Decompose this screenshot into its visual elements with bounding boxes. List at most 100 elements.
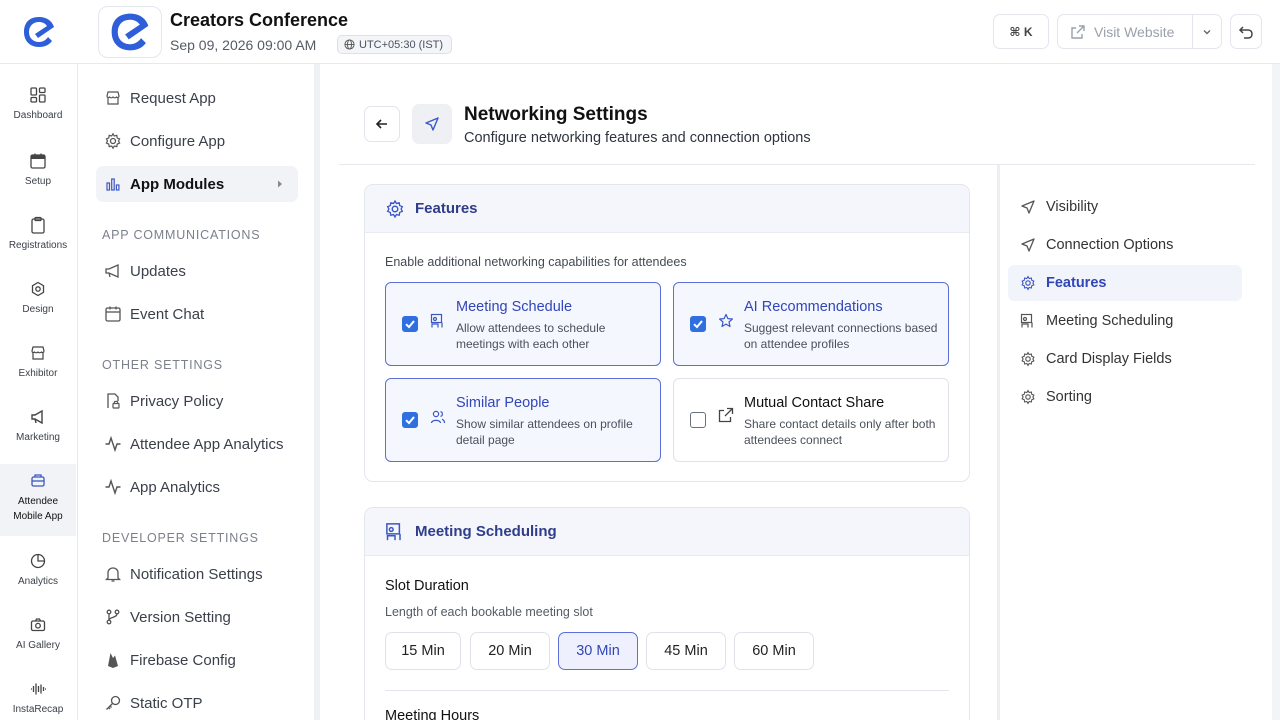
secondary-nav: Request App Configure App App Modules AP… xyxy=(78,64,318,720)
slot-option-60[interactable]: 60 Min xyxy=(734,632,814,670)
section-link-sorting[interactable]: Sorting xyxy=(1008,379,1242,415)
bar-chart-icon xyxy=(106,178,120,191)
nav-item-event-chat[interactable]: Event Chat xyxy=(96,296,298,332)
nav-label: App Modules xyxy=(130,175,225,193)
feature-similar-people[interactable]: Similar People Show similar attendees on… xyxy=(385,378,661,462)
nav-label: Attendee App Analytics xyxy=(130,435,284,453)
check-icon xyxy=(693,320,703,329)
megaphone-icon xyxy=(105,263,119,279)
back-button[interactable] xyxy=(364,106,400,142)
command-palette-button[interactable]: ⌘ K xyxy=(993,14,1049,49)
feature-checkbox[interactable] xyxy=(402,316,418,332)
meeting-icon xyxy=(430,313,443,328)
megaphone-icon xyxy=(31,409,43,425)
slot-option-20[interactable]: 20 Min xyxy=(470,632,550,670)
star-icon xyxy=(719,313,733,328)
store-icon xyxy=(106,91,120,105)
nav-label: Updates xyxy=(130,262,186,280)
feature-description: Share contact details only after both at… xyxy=(744,417,936,447)
nav-label: Request App xyxy=(130,89,216,107)
section-link-label: Features xyxy=(1046,275,1107,291)
slot-option-30[interactable]: 30 Min xyxy=(558,632,638,670)
waveform-icon xyxy=(31,683,46,695)
timezone-badge: UTC+05:30 (IST) xyxy=(337,35,453,54)
slot-duration-description: Length of each bookable meeting slot xyxy=(385,605,593,619)
event-date: Sep 09, 2026 09:00 AM xyxy=(170,37,317,53)
nav-item-app-modules[interactable]: App Modules xyxy=(96,166,298,202)
rail-item-registrations[interactable]: Registrations xyxy=(0,216,76,253)
nav-item-attendee-app-analytics[interactable]: Attendee App Analytics xyxy=(96,426,298,462)
visit-website-dropdown[interactable] xyxy=(1193,27,1221,37)
nav-item-version-setting[interactable]: Version Setting xyxy=(96,599,298,635)
gear-icon xyxy=(1021,351,1035,367)
visit-website-main[interactable]: Visit Website xyxy=(1058,15,1193,48)
nav-label: Firebase Config xyxy=(130,651,236,669)
navigation-icon xyxy=(1021,238,1035,252)
nav-item-request-app[interactable]: Request App xyxy=(96,80,298,116)
rail-item-dashboard[interactable]: Dashboard xyxy=(0,86,76,123)
chevron-down-icon xyxy=(1203,29,1211,34)
feature-mutual-contact-share[interactable]: Mutual Contact Share Share contact detai… xyxy=(673,378,949,462)
feature-checkbox[interactable] xyxy=(690,412,706,428)
meeting-heading: Meeting Scheduling xyxy=(415,523,557,540)
rail-item-marketing[interactable]: Marketing xyxy=(0,408,76,445)
nav-item-updates[interactable]: Updates xyxy=(96,253,298,289)
rail-item-design[interactable]: Design xyxy=(0,280,76,317)
nav-item-app-analytics[interactable]: App Analytics xyxy=(96,469,298,505)
brand-logo[interactable] xyxy=(0,0,78,64)
slot-option-45[interactable]: 45 Min xyxy=(646,632,726,670)
feature-ai-recommendations[interactable]: AI Recommendations Suggest relevant conn… xyxy=(673,282,949,366)
top-header: Creators Conference Sep 09, 2026 09:00 A… xyxy=(0,0,1280,64)
visit-website-button[interactable]: Visit Website xyxy=(1057,14,1222,49)
nav-label: Privacy Policy xyxy=(130,392,224,410)
feature-checkbox[interactable] xyxy=(690,316,706,332)
nav-item-firebase-config[interactable]: Firebase Config xyxy=(96,642,298,678)
event-logo[interactable] xyxy=(98,6,162,58)
users-icon xyxy=(430,410,446,424)
caret-right-icon xyxy=(278,180,282,188)
gear-icon xyxy=(31,281,45,297)
rail-item-attendee-mobile-app[interactable]: Attendee Mobile App xyxy=(0,464,76,536)
store-icon xyxy=(31,346,45,360)
section-link-features[interactable]: Features xyxy=(1008,265,1242,301)
nav-label: Version Setting xyxy=(130,608,231,626)
feature-description: Suggest relevant connections based on at… xyxy=(744,321,938,351)
slot-duration-label: Slot Duration xyxy=(385,578,469,594)
rail-item-instarecap[interactable]: InstaRecap xyxy=(0,680,76,717)
rail-label: Design xyxy=(22,304,54,315)
section-link-meeting-scheduling[interactable]: Meeting Scheduling xyxy=(1008,303,1242,339)
brand-logo-icon xyxy=(24,17,54,47)
feature-title: Similar People xyxy=(456,395,550,411)
rail-item-analytics[interactable]: Analytics xyxy=(0,552,76,589)
page-scrollbar[interactable] xyxy=(1272,64,1280,720)
visit-website-label: Visit Website xyxy=(1094,23,1175,40)
external-link-icon xyxy=(718,407,734,423)
slot-option-15[interactable]: 15 Min xyxy=(385,632,461,670)
mobile-app-icon xyxy=(31,474,45,487)
nav-item-static-otp[interactable]: Static OTP xyxy=(96,685,298,720)
section-link-visibility[interactable]: Visibility xyxy=(1008,189,1242,225)
arrow-left-icon xyxy=(375,119,387,129)
nav-section-other: OTHER SETTINGS xyxy=(102,358,223,372)
rail-item-exhibitor[interactable]: Exhibitor xyxy=(0,344,76,381)
nav-item-notification-settings[interactable]: Notification Settings xyxy=(96,556,298,592)
undo-button[interactable] xyxy=(1230,14,1262,49)
feature-meeting-schedule[interactable]: Meeting Schedule Allow attendees to sche… xyxy=(385,282,661,366)
meeting-card-header: Meeting Scheduling xyxy=(365,508,969,556)
page-subtitle: Configure networking features and connec… xyxy=(464,130,811,146)
rail-item-ai-gallery[interactable]: AI Gallery xyxy=(0,616,76,653)
meeting-divider xyxy=(385,690,949,691)
feature-checkbox[interactable] xyxy=(402,412,418,428)
rail-label: Setup xyxy=(24,176,52,187)
feature-title: AI Recommendations xyxy=(744,299,883,315)
nav-item-configure-app[interactable]: Configure App xyxy=(96,123,298,159)
gear-icon xyxy=(386,199,404,218)
document-lock-icon xyxy=(107,393,120,409)
section-link-card-display-fields[interactable]: Card Display Fields xyxy=(1008,341,1242,377)
nav-item-privacy-policy[interactable]: Privacy Policy xyxy=(96,383,298,419)
navigation-icon xyxy=(425,117,439,131)
globe-icon xyxy=(344,39,355,50)
rail-item-setup[interactable]: Setup xyxy=(0,152,76,189)
gear-icon xyxy=(105,132,121,150)
section-link-connection-options[interactable]: Connection Options xyxy=(1008,227,1242,263)
